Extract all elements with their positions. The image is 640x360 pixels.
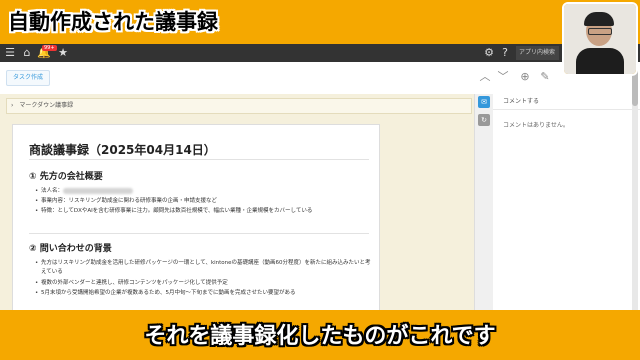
comment-tab[interactable]: コメントする xyxy=(493,94,640,110)
record-detail-area: › マークダウン議事録 商談議事録（2025年04月14日） ① 先方の会社概要… xyxy=(0,94,474,314)
app-search-input[interactable]: アプリ内検索 xyxy=(516,46,559,60)
favorite-star-icon[interactable]: ★ xyxy=(56,46,70,60)
glasses-icon xyxy=(588,28,612,35)
list-item: 事業内容：リスキリング助成金に関わる研修事業の企画・申請支援など xyxy=(35,197,371,206)
list-item: 複数の外部ベンダーと連携し、研修コンテンツをパッケージ化して提供予定 xyxy=(35,279,371,288)
side-icon-strip: ✉ ↻ xyxy=(475,94,493,314)
menu-icon[interactable]: ☰ xyxy=(3,46,17,60)
list-item: 法人名： xyxy=(35,187,371,196)
add-record-icon[interactable]: ⊕ xyxy=(518,70,532,84)
chevron-up-icon[interactable]: ︿ xyxy=(478,70,492,84)
list-item: 5月末頃から受講開始希望の企業が複数あるため、5月中旬〜下旬までに動画を完成させ… xyxy=(35,289,371,298)
video-banner: 自動作成された議事録 xyxy=(0,0,640,44)
notification-badge: 99+ xyxy=(42,45,57,51)
section-heading: ② 問い合わせの背景 xyxy=(29,244,112,254)
list-item: 特徴：としてDXやAIを含む研修事業に注力。顧問先は数百社規模で、幅広い業種・企… xyxy=(35,207,371,216)
section-heading: ① 先方の会社概要 xyxy=(29,172,103,182)
banner-title: 自動作成された議事録 xyxy=(8,10,218,34)
history-icon[interactable]: ↻ xyxy=(478,114,490,126)
presenter-body xyxy=(576,48,624,74)
tab-task-create[interactable]: タスク作成 xyxy=(6,70,51,86)
gear-icon[interactable]: ⚙ xyxy=(482,46,496,60)
redacted-text xyxy=(63,187,134,194)
divider xyxy=(29,159,369,160)
presenter-webcam xyxy=(562,2,638,76)
breadcrumb-chevron-icon: › xyxy=(11,102,14,109)
doc-title: 商談議事録（2025年04月14日） xyxy=(29,143,216,157)
top-nav-bar: ☰ ⌂ 🔔 99+ ★ ⚙ ? アプリ内検索 xyxy=(0,44,640,62)
video-caption: それを議事録化したものがこれです xyxy=(144,324,496,349)
edit-icon[interactable]: ✎ xyxy=(538,70,552,84)
record-toolbar: タスク作成 ︿ ﹀ ⊕ ✎ xyxy=(0,62,640,95)
breadcrumb-label: マークダウン議事録 xyxy=(19,102,74,109)
presenter-hair xyxy=(584,12,614,26)
list-item: 先方はリスキリング助成金を活用した研修パッケージの一環として、kintoneの基… xyxy=(35,259,371,277)
breadcrumb[interactable]: › マークダウン議事録 xyxy=(6,98,472,114)
help-icon[interactable]: ? xyxy=(498,46,512,60)
kintone-app-window: ☰ ⌂ 🔔 99+ ★ ⚙ ? アプリ内検索 タスク作成 ︿ ﹀ ⊕ ✎ › マ… xyxy=(0,44,640,314)
divider xyxy=(29,233,369,234)
chevron-down-icon[interactable]: ﹀ xyxy=(496,70,510,84)
no-comments-text: コメントはありません。 xyxy=(503,122,569,129)
comment-icon[interactable]: ✉ xyxy=(478,96,490,108)
home-icon[interactable]: ⌂ xyxy=(20,46,34,60)
markdown-document: 商談議事録（2025年04月14日） ① 先方の会社概要 法人名： 事業内容：リ… xyxy=(12,124,380,314)
comment-panel: ✉ ↻ コメントする コメントはありません。 xyxy=(474,94,640,314)
